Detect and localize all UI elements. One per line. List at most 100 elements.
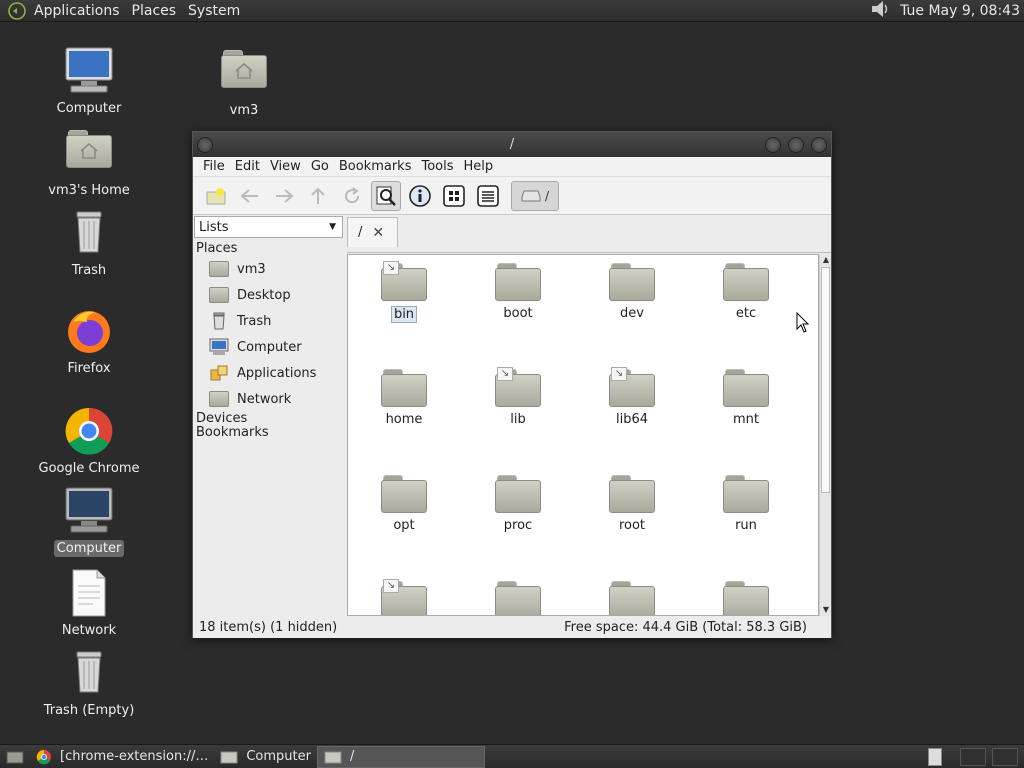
close-tab-icon[interactable]: ✕ xyxy=(372,225,384,241)
document-icon xyxy=(63,568,115,620)
reload-button[interactable] xyxy=(337,181,367,211)
sidebar-item-trash[interactable]: Trash xyxy=(193,308,345,334)
places-heading[interactable]: Places xyxy=(193,242,345,256)
sidebar-item-applications[interactable]: Applications xyxy=(193,360,345,386)
scroll-up-icon[interactable]: ▲ xyxy=(820,254,832,266)
desktop-icon-trash-empty[interactable]: Trash (Empty) xyxy=(34,648,144,719)
file-item[interactable]: dev xyxy=(582,261,682,321)
places-menu[interactable]: Places xyxy=(126,3,183,19)
desktop-icon-network[interactable]: Network xyxy=(34,568,144,639)
list-view-button[interactable] xyxy=(473,181,503,211)
file-item[interactable]: ↘ lib64 xyxy=(582,367,682,427)
menu-file[interactable]: File xyxy=(198,159,230,174)
maximize-button[interactable] xyxy=(788,136,804,153)
volume-icon[interactable] xyxy=(870,0,892,23)
file-item[interactable] xyxy=(696,579,796,615)
desktop-icon-firefox[interactable]: Firefox xyxy=(34,306,144,377)
sidebar-item-vm3[interactable]: vm3 xyxy=(193,256,345,282)
file-item[interactable]: proc xyxy=(468,473,568,533)
icon-view-button[interactable] xyxy=(439,181,469,211)
distro-logo-icon[interactable] xyxy=(6,0,28,22)
file-item[interactable]: home xyxy=(354,367,454,427)
close-button[interactable] xyxy=(811,136,827,153)
sidebar-item-network[interactable]: Network xyxy=(193,386,345,412)
forward-button[interactable] xyxy=(269,181,299,211)
drive-icon xyxy=(521,190,541,201)
desktop-icon-label: Firefox xyxy=(67,361,111,376)
menu-tools[interactable]: Tools xyxy=(416,159,458,174)
workspace-1[interactable] xyxy=(928,747,942,766)
file-item[interactable]: run xyxy=(696,473,796,533)
content-area: Lists ▼ Places vm3 Desktop Trash Compute… xyxy=(193,215,831,616)
show-desktop-icon xyxy=(6,751,24,763)
up-button[interactable] xyxy=(303,181,333,211)
back-button[interactable] xyxy=(235,181,265,211)
file-icon-view[interactable]: ↘ bin boot dev etc home ↘ lib ↘ lib64 mnt opt proc ro… xyxy=(347,254,819,616)
file-item[interactable]: mnt xyxy=(696,367,796,427)
file-item[interactable]: ↘ bin xyxy=(354,261,454,323)
show-desktop-button[interactable] xyxy=(0,746,30,768)
location-bar[interactable]: / xyxy=(511,180,559,211)
taskbar-item-chrome[interactable]: [chrome-extension://… xyxy=(30,746,214,768)
menu-view[interactable]: View xyxy=(265,159,306,174)
status-bar: 18 item(s) (1 hidden) Free space: 44.4 G… xyxy=(193,616,831,638)
file-name: dev xyxy=(620,306,644,321)
applications-menu[interactable]: Applications xyxy=(28,3,126,19)
clock[interactable]: Tue May 9, 08:43 xyxy=(900,3,1020,19)
scroll-down-icon[interactable]: ▼ xyxy=(820,604,832,616)
folder-icon xyxy=(324,751,342,763)
bookmarks-heading[interactable]: Bookmarks xyxy=(193,426,345,440)
menu-bookmarks[interactable]: Bookmarks xyxy=(334,159,417,174)
chrome-icon xyxy=(36,749,51,764)
file-manager-window: / File Edit View Go Bookmarks Tools Help xyxy=(192,131,832,638)
workspace-2[interactable] xyxy=(960,747,986,766)
file-item[interactable]: ↘ xyxy=(354,579,454,615)
file-item[interactable]: opt xyxy=(354,473,454,533)
vertical-scrollbar[interactable]: ▲ ▼ xyxy=(819,254,831,616)
sidebar-item-computer[interactable]: Computer xyxy=(193,334,345,360)
desktop-icon-home[interactable]: vm3's Home xyxy=(34,128,144,199)
tab-root[interactable]: / ✕ xyxy=(347,217,398,247)
desktop-icon-label: Computer xyxy=(53,540,125,557)
taskbar-item-computer[interactable]: Computer xyxy=(214,746,317,768)
arrow-left-icon xyxy=(240,188,258,203)
side-pane-selector[interactable]: Lists ▼ xyxy=(194,216,343,238)
file-item[interactable] xyxy=(582,579,682,615)
file-item[interactable]: boot xyxy=(468,261,568,321)
desktop-icon-computer-selected[interactable]: Computer xyxy=(34,486,144,557)
desktop-icon-trash[interactable]: Trash xyxy=(34,208,144,279)
desktop-icon-chrome[interactable]: Google Chrome xyxy=(34,406,144,477)
menubar: File Edit View Go Bookmarks Tools Help xyxy=(193,157,831,177)
file-name: boot xyxy=(503,306,533,321)
window-titlebar[interactable]: / xyxy=(193,132,831,157)
file-item[interactable] xyxy=(468,579,568,615)
arrow-right-icon xyxy=(276,188,294,203)
file-item[interactable]: ↘ lib xyxy=(468,367,568,427)
sidebar-item-desktop[interactable]: Desktop xyxy=(193,282,345,308)
menu-edit[interactable]: Edit xyxy=(230,159,265,174)
desktop-icon-vm3[interactable]: vm3 xyxy=(189,48,299,119)
search-button[interactable] xyxy=(371,180,401,211)
file-name: bin xyxy=(390,306,418,323)
desktop-icon-label: Google Chrome xyxy=(38,461,140,476)
window-menu-button[interactable] xyxy=(197,136,213,153)
workspace-3[interactable] xyxy=(992,747,1018,766)
tab-bar: / ✕ xyxy=(347,215,831,253)
minimize-button[interactable] xyxy=(765,136,781,153)
symlink-icon: ↘ xyxy=(383,579,399,593)
scroll-thumb[interactable] xyxy=(821,267,830,493)
desktop-icon-label: Network xyxy=(61,623,117,638)
menu-help[interactable]: Help xyxy=(459,159,499,174)
new-tab-button[interactable] xyxy=(201,181,231,211)
taskbar-item-root[interactable]: / xyxy=(316,745,485,768)
home-folder-icon xyxy=(218,48,270,100)
folder-icon xyxy=(495,261,541,301)
file-item[interactable]: etc xyxy=(696,261,796,321)
file-item[interactable]: root xyxy=(582,473,682,533)
devices-heading[interactable]: Devices xyxy=(193,412,345,426)
info-button[interactable] xyxy=(405,181,435,211)
symlink-icon: ↘ xyxy=(497,367,513,381)
menu-go[interactable]: Go xyxy=(306,159,334,174)
system-menu[interactable]: System xyxy=(182,3,246,19)
desktop-icon-computer[interactable]: Computer xyxy=(34,46,144,117)
